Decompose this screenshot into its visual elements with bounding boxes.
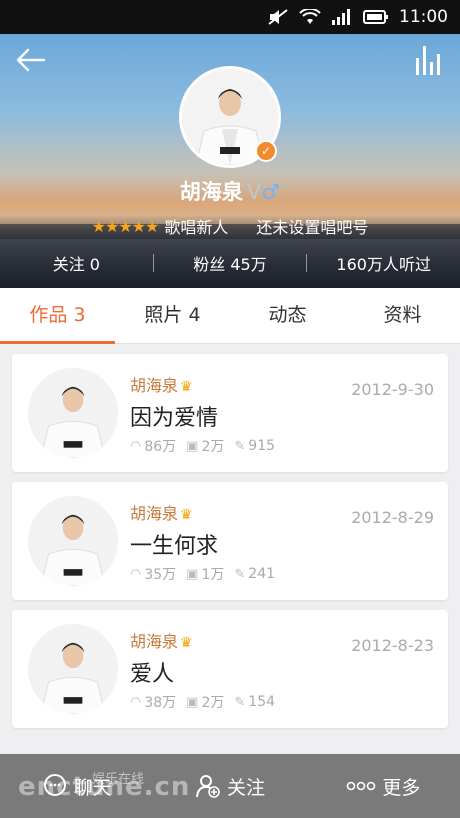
work-author: 胡海泉 ♛	[130, 376, 193, 395]
work-thumbnail	[28, 496, 118, 586]
comment-count: 154	[248, 694, 276, 710]
gender-male-icon: ♂	[261, 180, 281, 204]
work-title: 因为爱情	[130, 406, 219, 431]
comment-icon: ✎	[234, 566, 246, 582]
gift-icon: ▣	[186, 438, 199, 454]
comment-count: 915	[248, 438, 276, 454]
tab-photos[interactable]: 照片 4	[115, 288, 230, 343]
work-date: 2012-8-29	[351, 508, 434, 527]
fans-count[interactable]: 粉丝 45万	[154, 251, 307, 275]
verified-v-icon: V	[246, 180, 262, 204]
gift-count: 2万	[201, 439, 225, 455]
bar-id-label[interactable]: 还未设置唱吧号	[256, 214, 368, 238]
work-thumbnail	[28, 368, 118, 458]
list-item[interactable]: 胡海泉 ♛ 2012-9-30 因为爱情 ◠ 86万 ▣ 2万 ✎ 915	[12, 354, 448, 472]
work-author: 胡海泉 ♛	[130, 632, 193, 651]
wifi-icon	[299, 7, 321, 25]
tab-works[interactable]: 作品 3	[0, 288, 115, 344]
profile-name-row: 胡海泉 V♂	[0, 176, 460, 206]
gift-count: 2万	[201, 695, 225, 711]
tab-activity[interactable]: 动态	[230, 288, 345, 343]
gift-count: 1万	[201, 567, 225, 583]
work-stats: ◠ 35万 ▣ 1万 ✎ 241	[130, 564, 275, 584]
listen-count: 86万	[144, 439, 177, 455]
tab-info[interactable]: 资料	[345, 288, 460, 343]
comment-icon: ✎	[234, 438, 246, 454]
work-title: 一生何求	[130, 534, 219, 559]
list-item[interactable]: 胡海泉 ♛ 2012-8-29 一生何求 ◠ 35万 ▣ 1万 ✎ 241	[12, 482, 448, 600]
add-user-icon	[195, 773, 221, 799]
level-row: ★★★★★ 歌唱新人 还未设置唱吧号	[0, 214, 460, 238]
verified-check-icon: ✓	[255, 140, 277, 162]
work-thumbnail	[28, 624, 118, 714]
following-count[interactable]: 关注 0	[0, 251, 153, 275]
back-arrow-icon[interactable]	[14, 46, 48, 74]
work-author: 胡海泉 ♛	[130, 504, 193, 523]
listen-count: 35万	[144, 567, 177, 583]
gift-icon: ▣	[186, 694, 199, 710]
crown-icon: ♛	[180, 635, 193, 651]
list-item[interactable]: 胡海泉 ♛ 2012-8-23 爱人 ◠ 38万 ▣ 2万 ✎ 154	[12, 610, 448, 728]
headphone-icon: ◠	[130, 694, 142, 710]
crown-icon: ♛	[180, 379, 193, 395]
works-list: 胡海泉 ♛ 2012-9-30 因为爱情 ◠ 86万 ▣ 2万 ✎ 915 胡海泉 ♛ 2…	[12, 354, 448, 738]
equalizer-icon[interactable]	[414, 44, 444, 76]
profile-name: 胡海泉	[179, 180, 243, 204]
level-label: 歌唱新人	[164, 218, 229, 237]
work-stats: ◠ 86万 ▣ 2万 ✎ 915	[130, 436, 275, 456]
gift-icon: ▣	[186, 566, 199, 582]
signal-icon	[331, 9, 353, 25]
work-stats: ◠ 38万 ▣ 2万 ✎ 154	[130, 692, 275, 712]
watermark-sub: 娱乐在线	[92, 772, 145, 787]
status-time: 11:00	[399, 7, 448, 27]
follow-label: 关注	[226, 776, 265, 799]
more-button[interactable]: 更多	[307, 773, 460, 800]
more-dots-icon	[346, 773, 376, 799]
star-rating: ★★★★★	[91, 216, 160, 236]
stats-row: 关注 0 粉丝 45万 160万人听过	[0, 248, 460, 278]
work-date: 2012-8-23	[351, 636, 434, 655]
headphone-icon: ◠	[130, 566, 142, 582]
listen-count: 38万	[144, 695, 177, 711]
profile-header: ✓ 胡海泉 V♂ ★★★★★ 歌唱新人 还未设置唱吧号 关注 0 粉丝 45万 1…	[0, 34, 460, 288]
battery-icon	[363, 9, 389, 25]
work-title: 爱人	[130, 662, 175, 687]
profile-tabs: 作品 3 照片 4 动态 资料	[0, 288, 460, 344]
headphone-icon: ◠	[130, 438, 142, 454]
comment-count: 241	[248, 566, 276, 582]
work-date: 2012-9-30	[351, 380, 434, 399]
mute-icon	[267, 9, 289, 25]
crown-icon: ♛	[180, 507, 193, 523]
comment-icon: ✎	[234, 694, 246, 710]
status-bar: 11:00	[0, 0, 460, 34]
listeners-count: 160万人听过	[336, 255, 431, 274]
more-label: 更多	[382, 776, 421, 799]
